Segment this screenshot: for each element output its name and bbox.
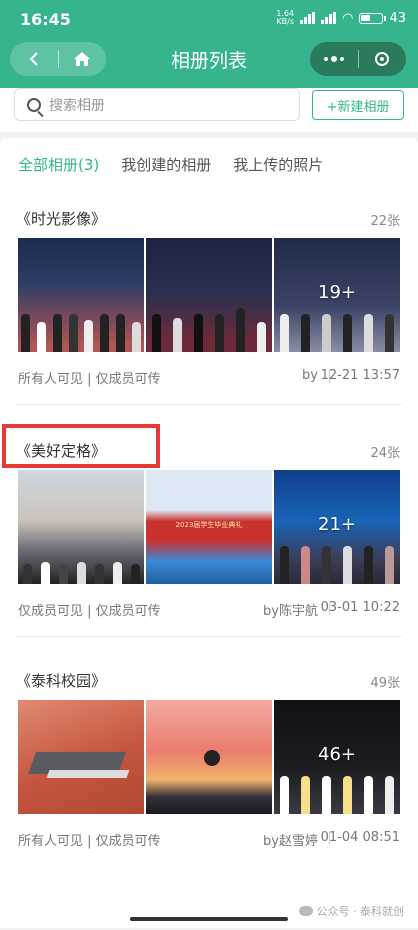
- signal-icon: [300, 12, 316, 24]
- album-thumbnails: 19+: [18, 238, 400, 352]
- album-thumbnails: 2023届学生毕业典礼 21+: [18, 470, 400, 584]
- album-thumbnails: 46+: [18, 700, 400, 814]
- status-icons: 1.64 KB/s ◠ 43: [276, 10, 406, 26]
- album-author: by赵雪婷: [263, 834, 318, 849]
- album-item[interactable]: 《时光影像》 22张 19+ 所有人可见 | 仅成员可传 by 12-21 13…: [0, 208, 418, 440]
- more-photos-badge: 19+: [318, 282, 356, 303]
- wifi-icon: ◠: [342, 10, 354, 26]
- album-photo[interactable]: [146, 238, 272, 352]
- album-photo[interactable]: 2023届学生毕业典礼: [146, 470, 272, 584]
- tab-bar: 全部相册(3) 我创建的相册 我上传的照片: [18, 154, 323, 175]
- graduation-banner-text: 2023届学生毕业典礼: [175, 521, 243, 529]
- status-time: 16:45: [20, 10, 71, 29]
- close-miniapp-button[interactable]: [358, 42, 406, 76]
- album-photo[interactable]: 46+: [274, 700, 400, 814]
- album-photo[interactable]: 21+: [274, 470, 400, 584]
- album-author: by陈宇航: [263, 604, 318, 619]
- search-row: 搜索相册 +新建相册: [0, 88, 418, 132]
- album-date: 12-21 13:57: [320, 368, 400, 383]
- tab-my-uploads[interactable]: 我上传的照片: [233, 154, 323, 175]
- status-bar: 16:45 1.64 KB/s ◠ 43: [0, 0, 418, 40]
- watermark: 公众号 · 泰科就创: [298, 903, 404, 919]
- album-count: 49张: [370, 676, 400, 691]
- wechat-icon: [298, 906, 313, 916]
- more-photos-badge: 46+: [318, 744, 356, 765]
- album-title: 《美好定格》: [16, 442, 107, 460]
- capsule-menu: [310, 42, 406, 76]
- album-photo[interactable]: 19+: [274, 238, 400, 352]
- top-bar: 16:45 1.64 KB/s ◠ 43 相册列表: [0, 0, 418, 88]
- nav-bar: 相册列表: [0, 40, 418, 88]
- album-item[interactable]: 《泰科校园》 49张 46+ 所有人可见 | 仅成员可传 by赵雪婷 01-04…: [0, 670, 418, 902]
- album-title: 《泰科校园》: [16, 672, 107, 690]
- album-date: 01-04 08:51: [320, 830, 400, 845]
- album-author: by: [302, 368, 318, 383]
- album-photo[interactable]: [146, 700, 272, 814]
- album-divider: [16, 636, 402, 637]
- signal-icon-2: [321, 12, 337, 24]
- album-item[interactable]: 《美好定格》 24张 2023届学生毕业典礼 21+ 仅成员可见 | 仅成员可传…: [0, 424, 418, 672]
- album-title: 《时光影像》: [16, 210, 107, 228]
- tab-my-created[interactable]: 我创建的相册: [121, 154, 211, 175]
- more-dots-icon: [323, 55, 344, 62]
- search-icon: [27, 97, 41, 112]
- album-photo[interactable]: [18, 700, 144, 814]
- album-date: 03-01 10:22: [320, 600, 400, 615]
- album-count: 24张: [370, 446, 400, 461]
- album-photo[interactable]: [18, 238, 144, 352]
- search-placeholder: 搜索相册: [49, 97, 105, 114]
- home-indicator[interactable]: [130, 917, 288, 921]
- album-divider: [16, 404, 402, 405]
- album-permission: 所有人可见 | 仅成员可传: [18, 834, 161, 849]
- album-photo[interactable]: [18, 470, 144, 584]
- battery-icon: [359, 12, 387, 24]
- battery-level: 43: [389, 10, 406, 26]
- more-button[interactable]: [310, 42, 358, 76]
- album-permission: 所有人可见 | 仅成员可传: [18, 372, 161, 387]
- album-count: 22张: [370, 214, 400, 229]
- album-permission: 仅成员可见 | 仅成员可传: [18, 604, 161, 619]
- search-input[interactable]: 搜索相册: [14, 88, 300, 121]
- tab-all-albums[interactable]: 全部相册(3): [18, 154, 99, 175]
- target-icon: [375, 52, 390, 66]
- album-list-card: 全部相册(3) 我创建的相册 我上传的照片 《时光影像》 22张 19+ 所有人…: [0, 138, 418, 928]
- net-speed: 1.64 KB/s: [276, 9, 295, 26]
- new-album-button[interactable]: +新建相册: [312, 90, 404, 120]
- more-photos-badge: 21+: [318, 514, 356, 535]
